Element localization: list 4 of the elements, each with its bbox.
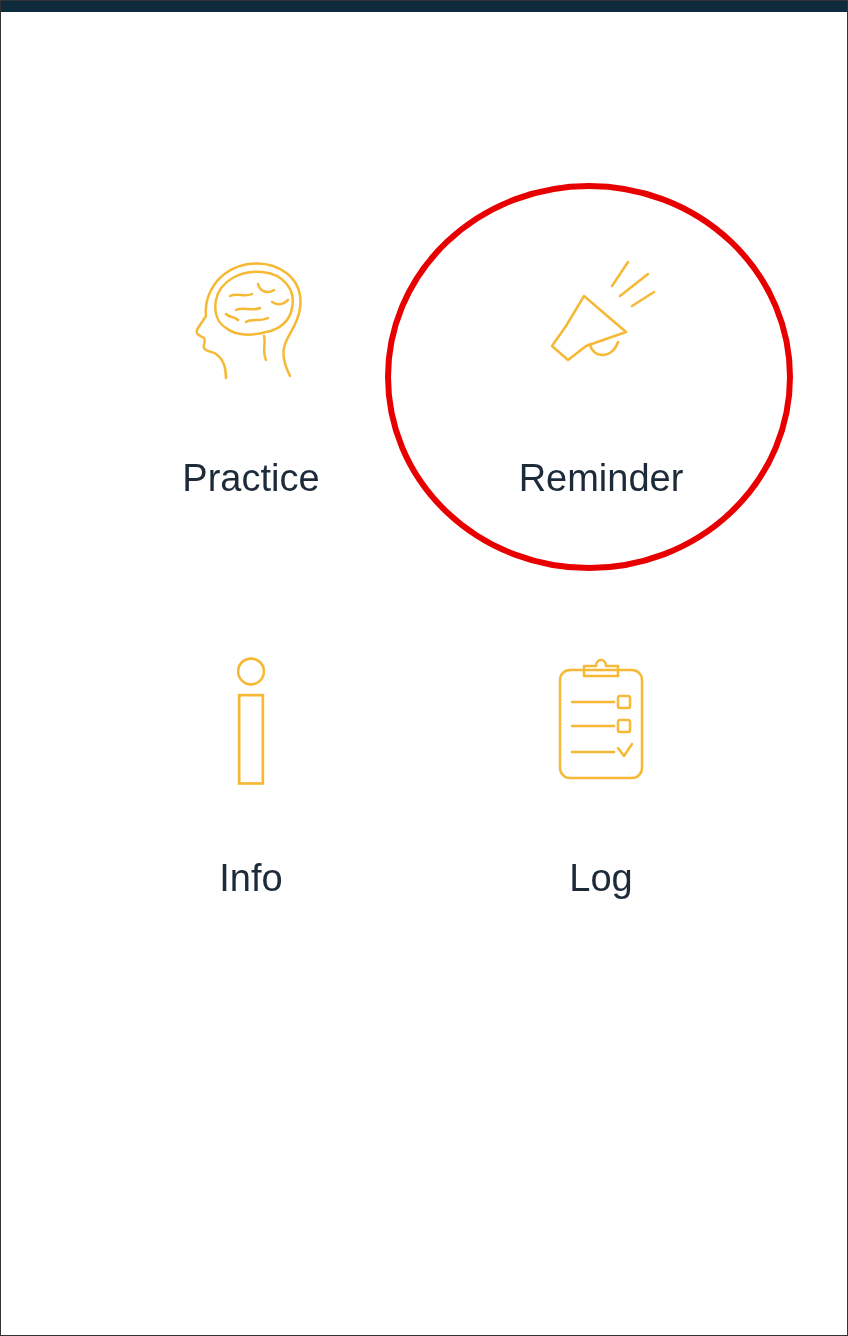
menu-tile[interactable]: Info xyxy=(219,656,283,900)
info-icon xyxy=(237,656,265,786)
menu-tile[interactable]: Practice xyxy=(182,256,320,500)
menu-tile[interactable]: Log xyxy=(536,656,666,900)
